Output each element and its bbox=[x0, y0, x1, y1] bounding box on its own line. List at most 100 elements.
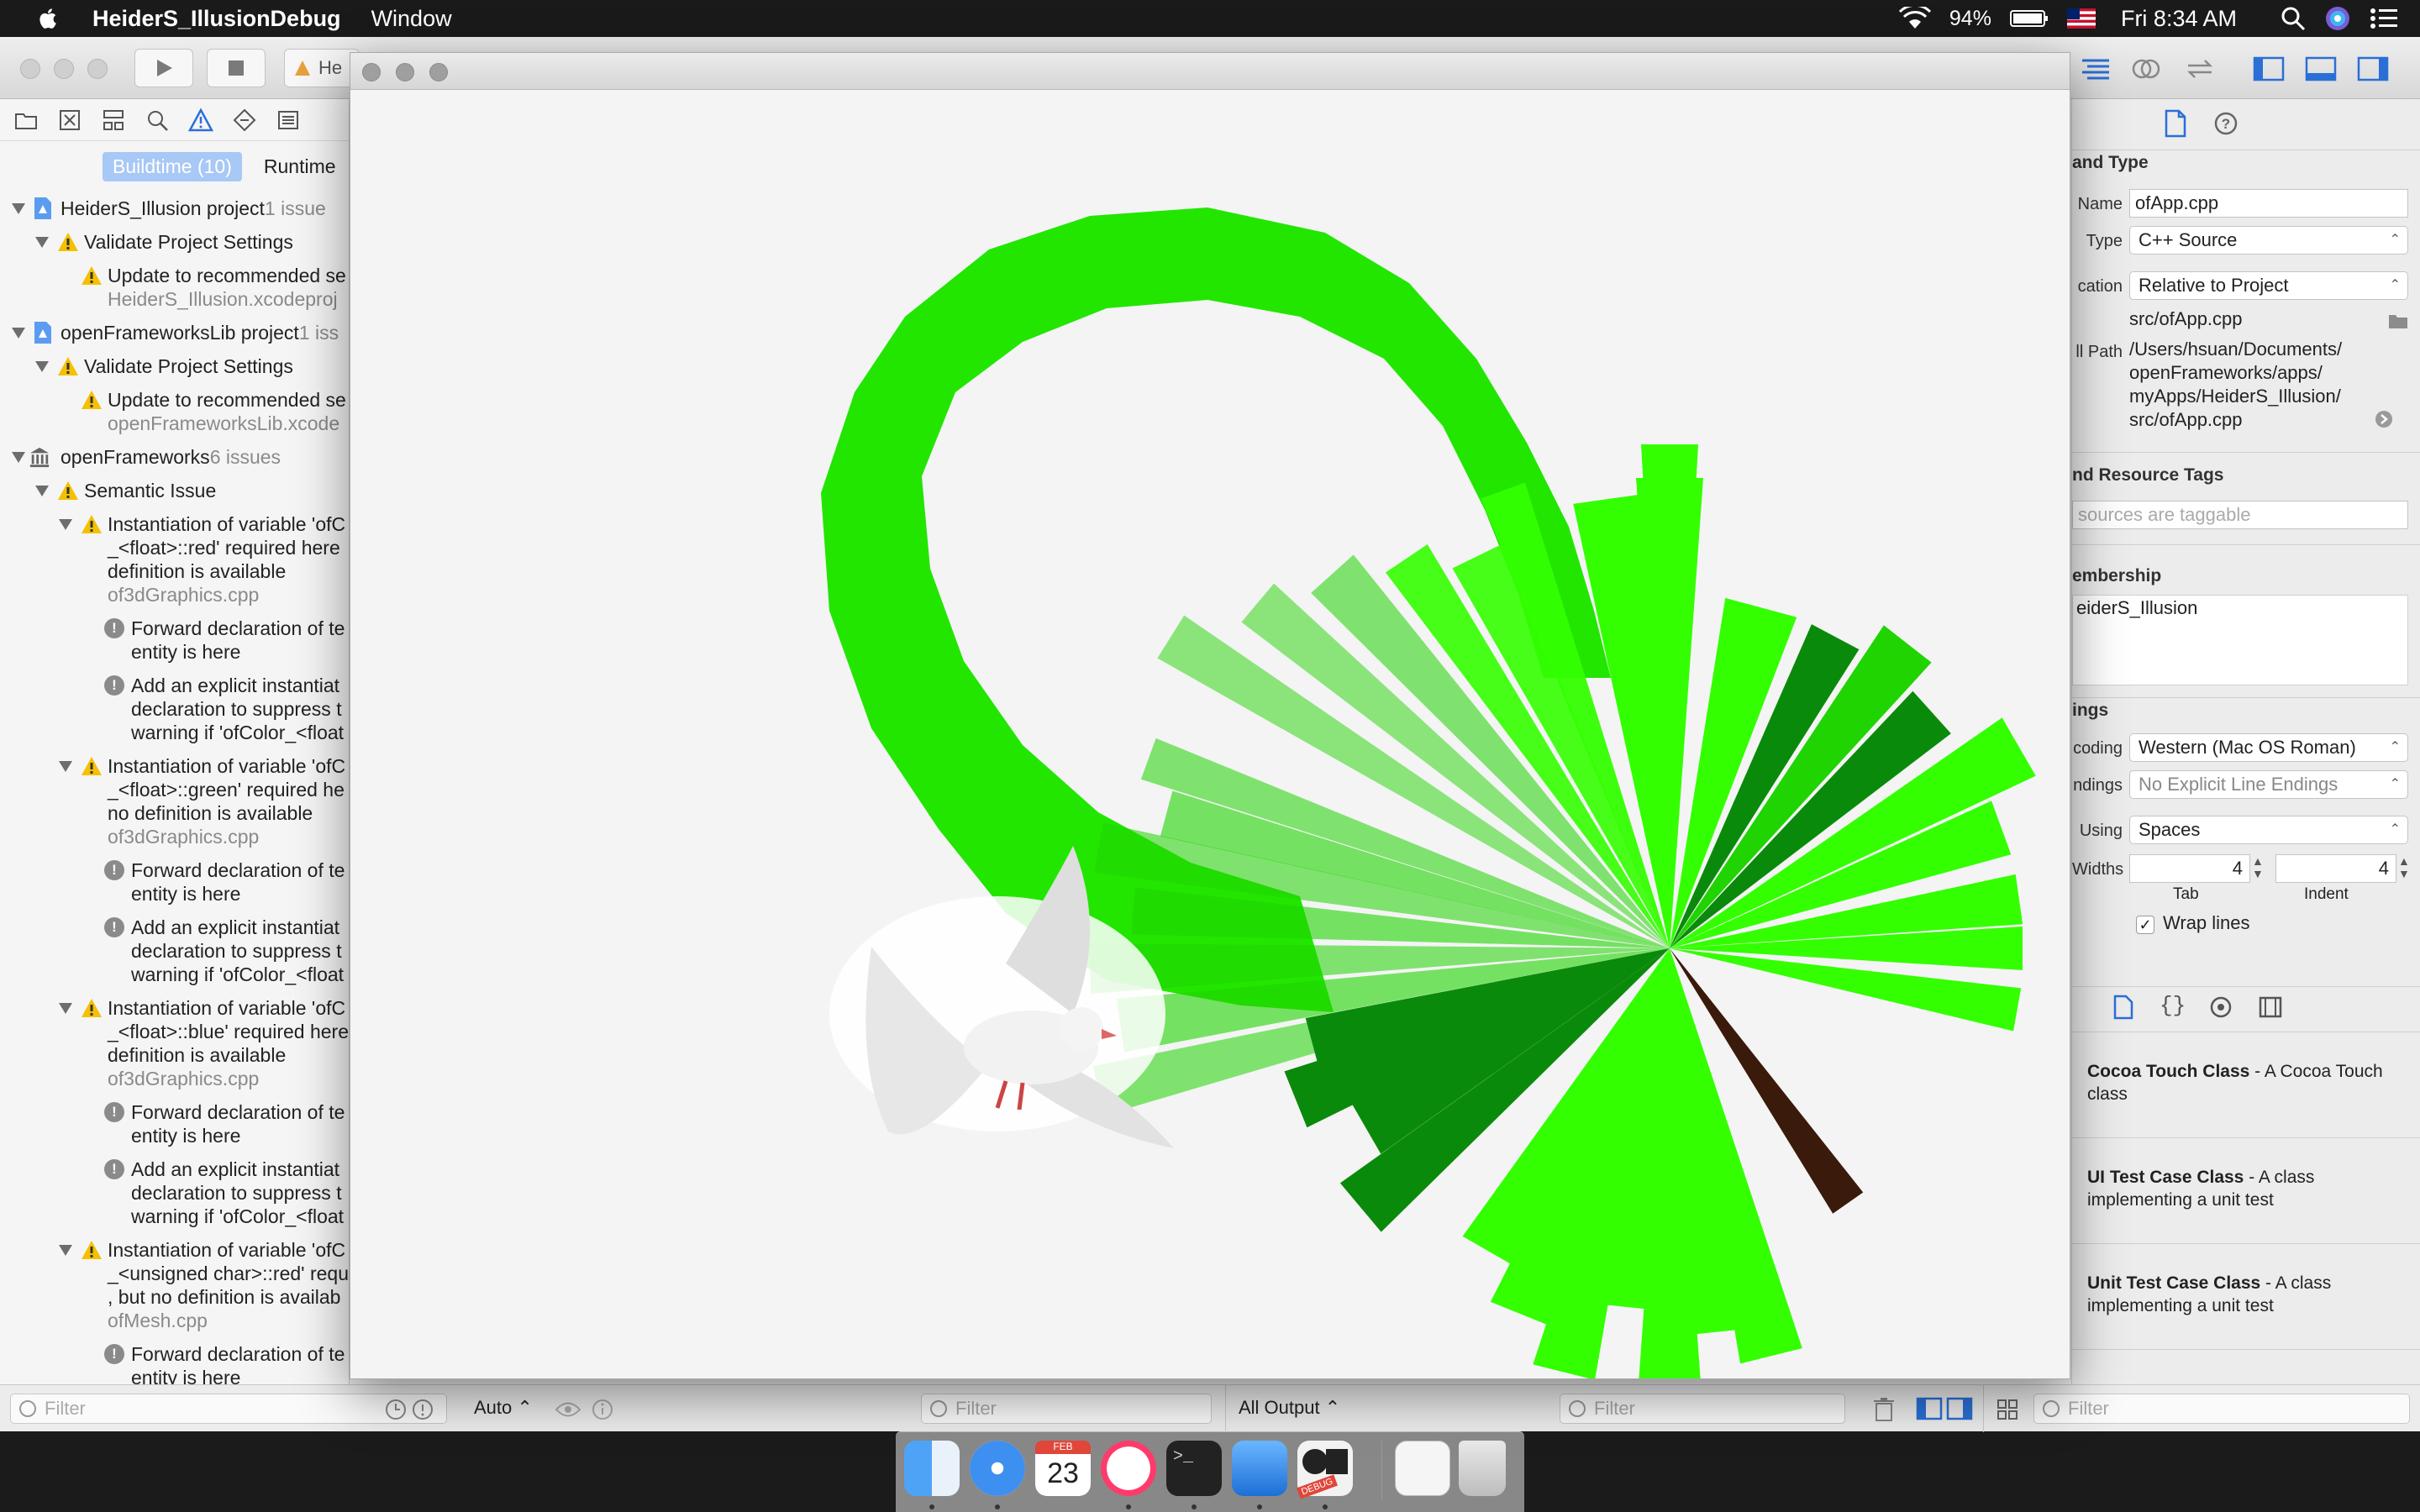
resource-tags-field[interactable]: sources are taggable bbox=[2072, 501, 2408, 529]
wifi-icon[interactable] bbox=[1898, 7, 1931, 30]
grid-view-icon[interactable] bbox=[1996, 1399, 2018, 1420]
hierarchy-icon[interactable] bbox=[101, 108, 126, 133]
disclosure-triangle-icon[interactable] bbox=[59, 761, 72, 772]
us-flag-icon[interactable] bbox=[2066, 8, 2096, 29]
membership-target-item[interactable]: eiderS_Illusion bbox=[2076, 597, 2197, 619]
itunes-dock-icon[interactable] bbox=[1101, 1441, 1156, 1496]
issue-row[interactable]: Update to recommended se bbox=[108, 264, 346, 287]
issue-row[interactable]: openFrameworksLib project1 iss bbox=[60, 321, 339, 344]
find-icon[interactable] bbox=[145, 108, 170, 133]
symbol-navigator-icon[interactable] bbox=[57, 108, 82, 133]
issue-row[interactable]: Instantiation of variable 'ofC bbox=[108, 1238, 345, 1262]
version-editor-button[interactable] bbox=[2178, 52, 2222, 86]
zoom-window-button[interactable] bbox=[87, 59, 108, 79]
variables-scope-select[interactable]: Auto ⌃ bbox=[474, 1397, 533, 1419]
minimize-window-button[interactable] bbox=[54, 59, 74, 79]
disclosure-triangle-icon[interactable] bbox=[35, 361, 49, 372]
tab-width-field[interactable]: 4 bbox=[2129, 854, 2250, 883]
library-item[interactable]: Unit Test Case Class - A class implement… bbox=[2087, 1272, 2407, 1317]
spotlight-search-icon[interactable] bbox=[2281, 6, 2306, 31]
calendar-dock-icon[interactable]: FEB 23 bbox=[1035, 1441, 1091, 1496]
issue-row[interactable]: Add an explicit instantiat bbox=[131, 674, 339, 697]
quick-help-icon[interactable]: ? bbox=[2213, 111, 2238, 136]
app-menu-name[interactable]: HeiderS_IllusionDebug bbox=[92, 6, 341, 32]
object-library-icon[interactable] bbox=[2210, 996, 2232, 1018]
scheme-selector[interactable]: He bbox=[284, 49, 360, 87]
standard-editor-button[interactable] bbox=[2074, 52, 2118, 86]
disclosure-triangle-icon[interactable] bbox=[59, 1003, 72, 1014]
issue-row[interactable]: Add an explicit instantiat bbox=[131, 1158, 339, 1181]
notification-center-icon[interactable] bbox=[2370, 7, 2398, 30]
recent-clock-icon[interactable] bbox=[385, 1399, 407, 1420]
disclosure-triangle-icon[interactable] bbox=[35, 486, 49, 496]
media-library-icon[interactable] bbox=[2259, 996, 2282, 1018]
disclosure-triangle-icon[interactable] bbox=[12, 203, 25, 214]
file-type-select[interactable]: C++ Source bbox=[2129, 226, 2408, 255]
indent-width-field[interactable]: 4 bbox=[2275, 854, 2396, 883]
app-canvas[interactable] bbox=[350, 90, 2070, 1378]
print-description-icon[interactable] bbox=[592, 1399, 613, 1420]
trash-dock-icon[interactable] bbox=[1459, 1441, 1506, 1496]
tab-runtime[interactable]: Runtime bbox=[254, 152, 346, 181]
reveal-arrow-icon[interactable] bbox=[2375, 410, 2393, 428]
app-zoom-button[interactable] bbox=[429, 63, 448, 81]
test-diamond-icon[interactable] bbox=[232, 108, 257, 133]
issue-row[interactable]: Instantiation of variable 'ofC bbox=[108, 512, 345, 536]
disclosure-triangle-icon[interactable] bbox=[35, 237, 49, 248]
toggle-navigator-button[interactable] bbox=[2247, 52, 2291, 86]
disclosure-triangle-icon[interactable] bbox=[59, 1245, 72, 1256]
issue-row[interactable]: Forward declaration of te bbox=[131, 1342, 345, 1366]
app-close-button[interactable] bbox=[362, 63, 381, 81]
folder-icon[interactable] bbox=[13, 108, 39, 133]
text-encoding-select[interactable]: Western (Mac OS Roman) bbox=[2129, 733, 2408, 762]
apple-menu-icon[interactable] bbox=[35, 7, 59, 30]
library-filter-field[interactable]: Filter bbox=[2033, 1394, 2410, 1424]
toggle-debug-area-button[interactable] bbox=[2299, 52, 2343, 86]
trash-icon[interactable] bbox=[1872, 1397, 1896, 1422]
issue-row[interactable]: Update to recommended se bbox=[108, 388, 346, 412]
indent-width-stepper[interactable]: ▲ ▼ bbox=[2398, 855, 2410, 880]
window-menu[interactable]: Window bbox=[371, 6, 452, 32]
quick-look-eye-icon[interactable] bbox=[555, 1400, 581, 1419]
issue-row[interactable]: Validate Project Settings bbox=[84, 230, 293, 254]
issue-row[interactable]: HeiderS_Illusion project1 issue bbox=[60, 197, 326, 220]
console-filter-field[interactable]: Filter bbox=[1560, 1394, 1845, 1424]
reveal-folder-icon[interactable] bbox=[2388, 312, 2408, 329]
library-item[interactable]: Cocoa Touch Class - A Cocoa Touch class bbox=[2087, 1060, 2407, 1105]
terminal-dock-icon[interactable]: >_ bbox=[1166, 1441, 1222, 1496]
run-button[interactable] bbox=[134, 49, 193, 87]
indent-using-select[interactable]: Spaces bbox=[2129, 816, 2408, 844]
library-item[interactable]: UI Test Case Class - A class implementin… bbox=[2087, 1166, 2407, 1211]
close-window-button[interactable] bbox=[20, 59, 40, 79]
issue-row[interactable]: Forward declaration of te bbox=[131, 858, 345, 882]
disclosure-triangle-icon[interactable] bbox=[12, 328, 25, 339]
console-output-select[interactable]: All Output ⌃ bbox=[1239, 1397, 1340, 1419]
issue-row[interactable]: Add an explicit instantiat bbox=[131, 916, 339, 939]
report-icon[interactable] bbox=[276, 108, 301, 133]
menubar-clock[interactable]: Fri 8:34 AM bbox=[2121, 6, 2237, 32]
file-name-field[interactable]: ofApp.cpp bbox=[2129, 189, 2408, 218]
xcode-dock-icon[interactable] bbox=[1232, 1441, 1287, 1496]
disclosure-triangle-icon[interactable] bbox=[59, 519, 72, 530]
line-endings-select[interactable]: No Explicit Line Endings bbox=[2129, 770, 2408, 799]
code-snippet-library-icon[interactable]: {} bbox=[2160, 993, 2186, 1018]
issue-row[interactable]: Instantiation of variable 'ofC bbox=[108, 754, 345, 778]
siri-icon[interactable] bbox=[2324, 5, 2351, 32]
wrap-lines-checkbox[interactable]: ✓ bbox=[2136, 916, 2154, 934]
openframeworks-debug-dock-icon[interactable]: DEBUG bbox=[1297, 1441, 1353, 1499]
app-minimize-button[interactable] bbox=[396, 63, 414, 81]
location-select[interactable]: Relative to Project bbox=[2129, 271, 2408, 300]
file-template-library-icon[interactable] bbox=[2112, 995, 2134, 1020]
issue-warning-icon[interactable] bbox=[188, 107, 213, 133]
issue-row[interactable]: Instantiation of variable 'ofC bbox=[108, 996, 345, 1020]
show-variables-view-icon[interactable] bbox=[1916, 1397, 1943, 1420]
issue-filter-icon[interactable] bbox=[412, 1399, 434, 1420]
tab-buildtime[interactable]: Buildtime (10) bbox=[103, 151, 242, 181]
issue-row[interactable]: Semantic Issue bbox=[84, 479, 216, 502]
disclosure-triangle-icon[interactable] bbox=[12, 452, 25, 463]
preview-window-dock-icon[interactable] bbox=[1395, 1441, 1450, 1496]
toggle-inspector-button[interactable] bbox=[2351, 52, 2395, 86]
battery-icon[interactable] bbox=[2009, 8, 2049, 29]
issue-row[interactable]: openFrameworks6 issues bbox=[60, 445, 281, 469]
app-window-titlebar[interactable] bbox=[350, 53, 2070, 90]
